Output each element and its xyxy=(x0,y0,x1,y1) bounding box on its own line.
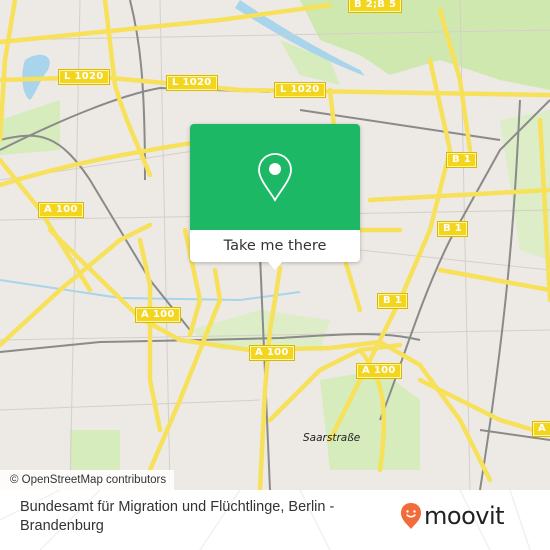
moovit-pin-icon xyxy=(401,503,421,529)
road-shield-a100: A xyxy=(531,421,550,437)
road-shield-b1: B 1 xyxy=(437,221,468,237)
place-label-saarstrasse: Saarstraße xyxy=(303,432,361,444)
map[interactable]: L 1020 L 1020 L 1020 B 2;B 5 B 1 B 1 B 1… xyxy=(0,0,550,490)
road-shield-l1020: L 1020 xyxy=(274,82,326,98)
take-me-there-button[interactable]: Take me there xyxy=(190,230,360,262)
location-pin-icon xyxy=(258,153,292,202)
road-shield-l1020: L 1020 xyxy=(58,69,110,85)
osm-attribution[interactable]: © OpenStreetMap contributors xyxy=(0,470,175,490)
moovit-logo[interactable]: moovit xyxy=(400,502,505,530)
road-shield-l1020: L 1020 xyxy=(166,75,218,91)
road-shield-b2b5: B 2;B 5 xyxy=(347,0,403,13)
location-popup: Take me there xyxy=(190,124,360,270)
road-shield-a100: A 100 xyxy=(135,307,181,323)
road-shield-a100: A 100 xyxy=(38,202,84,218)
road-shield-a100: A 100 xyxy=(249,345,295,361)
popup-header xyxy=(190,124,360,230)
popup-pointer xyxy=(267,261,283,270)
location-title: Bundesamt für Migration und Flüchtlinge,… xyxy=(20,499,335,534)
road-shield-b1: B 1 xyxy=(377,293,408,309)
road-shield-b1: B 1 xyxy=(446,152,477,168)
moovit-wordmark: moovit xyxy=(424,502,505,530)
road-shield-a100: A 100 xyxy=(356,363,402,379)
